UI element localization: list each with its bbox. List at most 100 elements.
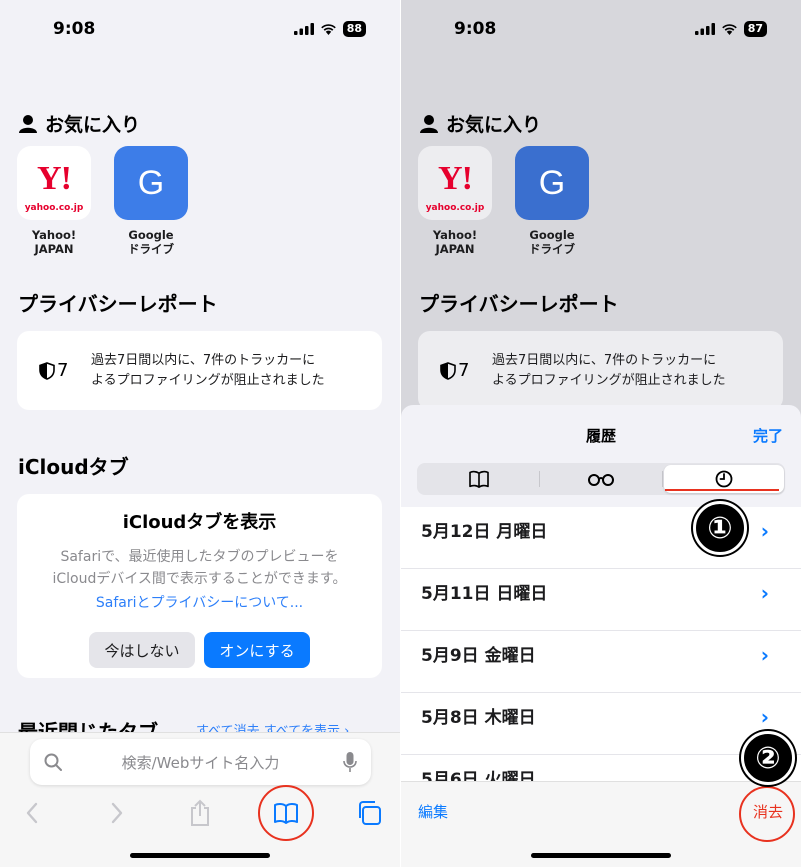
tabs-icon [359,801,381,825]
wifi-icon [320,24,336,35]
favorite-google-label: Google ドライブ [114,228,188,256]
turn-on-button[interactable]: オンにする [204,632,310,668]
step-badge-2: ② [741,731,795,785]
chevron-right-icon [111,802,123,824]
status-time: 9:08 [53,19,96,39]
privacy-text-line: 過去7日間以内に、7件のトラッカーに [492,353,717,368]
signal-icon [293,23,314,35]
history-date: 5月8日 木曜日 [421,708,536,728]
history-date: 5月11日 日曜日 [421,584,548,604]
favorite-label-line: Google [529,228,575,242]
favorite-yahoo-label: Yahoo! JAPAN [17,228,91,256]
favorite-google-drive[interactable]: G [114,146,188,220]
microphone-icon[interactable] [343,751,357,773]
tab-bookmarks[interactable] [419,465,539,493]
privacy-report-card[interactable]: 7 過去7日間以内に、7件のトラッカーに よるプロファイリングが阻止されました [418,331,783,410]
battery-indicator: 87 [743,21,767,37]
yahoo-logo-url: yahoo.co.jp [425,203,485,213]
safari-start-page: 9:08 88 お気に入り Y! yahoo.co.jp Yahoo! JAPA… [0,0,400,867]
google-letter-icon: G [538,163,566,202]
segment-divider [662,471,663,487]
status-time: 9:08 [454,19,497,39]
history-tab-highlight [665,489,779,491]
favorites-title: お気に入り [446,114,542,136]
clock-icon [715,470,733,488]
not-now-button[interactable]: 今はしない [89,632,195,668]
tracker-count-value: 7 [458,360,470,381]
share-button[interactable] [180,793,220,833]
favorites-title: お気に入り [45,114,141,136]
favorite-yahoo-japan[interactable]: Y! yahoo.co.jp [418,146,492,220]
done-button[interactable]: 完了 [753,425,783,446]
tracker-count: 7 [39,360,68,381]
battery-indicator: 88 [342,21,366,37]
status-icons: 87 [694,21,767,37]
privacy-report-card[interactable]: 7 過去7日間以内に、7件のトラッカーに よるプロファイリングが阻止されました [17,331,382,410]
bottom-toolbar: 検索/Webサイト名入力 [0,732,400,867]
favorite-label-line: Yahoo! [432,228,478,242]
yahoo-logo: Y! [438,160,473,197]
favorite-label-line: ドライブ [529,242,575,256]
history-list: 5月12日 月曜日 › 5月11日 日曜日 › 5月9日 金曜日 › 5月8日 … [401,507,801,817]
person-icon [19,114,37,133]
privacy-report-title: プライバシーレポート [419,292,619,316]
history-row[interactable]: 5月9日 金曜日 › [401,631,801,693]
privacy-text-line: 過去7日間以内に、7件のトラッカーに [91,353,316,368]
favorite-yahoo-japan[interactable]: Y! yahoo.co.jp [17,146,91,220]
chevron-right-icon: › [760,581,769,605]
person-icon [420,114,438,133]
icloud-tabs-card: iCloudタブを表示 Safariで、最近使用したタブのプレビューを iClo… [17,494,382,678]
status-icons: 88 [293,21,366,37]
signal-icon [694,23,715,35]
favorite-yahoo-label: Yahoo! JAPAN [418,228,492,256]
favorite-label-line: JAPAN [34,242,74,256]
back-button[interactable] [12,793,52,833]
highlight-circle [258,785,314,841]
chevron-right-icon: › [760,705,769,729]
shield-icon [440,361,456,380]
segment-divider [539,471,540,487]
favorite-google-drive[interactable]: G [515,146,589,220]
privacy-text-line: よるプロファイリングが阻止されました [492,373,726,388]
privacy-report-title: プライバシーレポート [18,292,218,316]
tab-reading-list[interactable] [541,465,661,493]
tracker-count-value: 7 [57,360,69,381]
home-indicator [130,853,270,858]
history-row[interactable]: 5月11日 日曜日 › [401,569,801,631]
tabs-button[interactable] [349,793,389,833]
history-bottom-bar: 編集 消去 [401,781,801,867]
home-indicator [531,853,671,858]
forward-button[interactable] [97,793,137,833]
privacy-text-line: よるプロファイリングが阻止されました [91,373,325,388]
history-row[interactable]: 5月8日 木曜日 › [401,693,801,755]
icloud-tabs-title: iCloudタブ [18,455,129,479]
yahoo-logo-url: yahoo.co.jp [24,203,84,213]
yahoo-logo: Y! [37,160,72,197]
history-sheet: 履歴 完了 5月12日 月曜日 › 5月11日 日曜日 › 5月9日 金曜日 ›… [401,405,801,867]
favorite-label-line: JAPAN [435,242,475,256]
book-icon [469,470,489,488]
icloud-card-body: Safariで、最近使用したタブのプレビューを iCloudデバイス間で表示する… [27,546,372,590]
search-placeholder: 検索/Webサイト名入力 [121,754,280,772]
chevron-left-icon [26,802,38,824]
safari-history-sheet-screen: 9:08 87 お気に入り Y! yahoo.co.jp Yahoo! JAPA… [401,0,801,867]
history-date: 5月9日 金曜日 [421,646,536,666]
wifi-icon [721,24,737,35]
tracker-count: 7 [440,360,469,381]
safari-privacy-link[interactable]: Safariとプライバシーについて... [17,592,382,612]
share-icon [191,799,209,826]
history-title: 履歴 [585,427,616,445]
chevron-right-icon: › [760,643,769,667]
chevron-right-icon: › [760,519,769,543]
favorite-label-line: ドライブ [128,242,174,256]
highlight-circle [739,786,795,842]
step-badge-1: ① [693,501,747,555]
edit-button[interactable]: 編集 [418,801,448,822]
favorite-google-label: Google ドライブ [515,228,589,256]
icloud-body-line: Safariで、最近使用したタブのプレビューを [60,549,339,565]
glasses-icon [588,474,614,486]
search-bar[interactable]: 検索/Webサイト名入力 [30,739,371,785]
favorite-label-line: Google [128,228,174,242]
privacy-report-text: 過去7日間以内に、7件のトラッカーに よるプロファイリングが阻止されました [492,351,772,391]
favorite-label-line: Yahoo! [31,228,77,242]
